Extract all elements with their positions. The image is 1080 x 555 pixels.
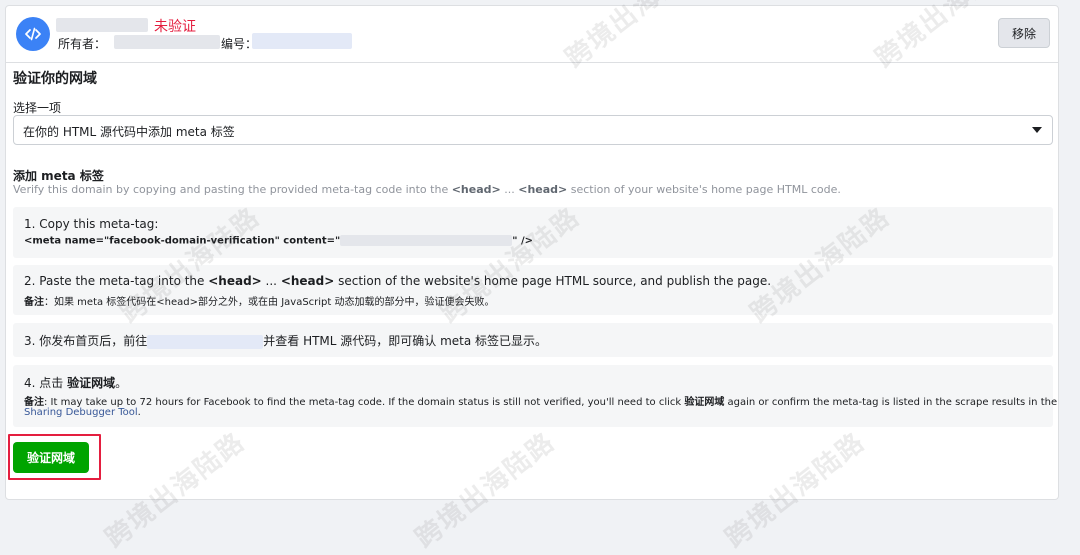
- section-title: 验证你的网域: [13, 71, 97, 87]
- step-paste-meta-tag: 2. Paste the meta-tag into the <head> ..…: [13, 265, 1053, 315]
- sharing-debugger-link[interactable]: Sharing Debugger Tool: [24, 407, 138, 418]
- remove-button[interactable]: 移除: [998, 18, 1050, 48]
- highlight-box: [8, 434, 101, 480]
- verification-status: 未验证: [154, 19, 196, 35]
- content-redacted: [340, 235, 513, 246]
- step-4-note: 备注: It may take up to 72 hours for Faceb…: [24, 397, 1058, 408]
- add-meta-description: Verify this domain by copying and pastin…: [13, 183, 841, 196]
- caret-down-icon: [1032, 127, 1042, 133]
- meta-tag-code[interactable]: <meta name="facebook-domain-verification…: [24, 235, 533, 247]
- step-2-note: 备注：如果 meta 标签代码在<head>部分之外，或在由 JavaScrip…: [24, 297, 495, 308]
- owner-redacted: [114, 35, 220, 49]
- method-select-value: 在你的 HTML 源代码中添加 meta 标签: [23, 125, 235, 139]
- step-2-title: 2. Paste the meta-tag into the <head> ..…: [24, 274, 772, 288]
- step-3-text: 3. 你发布首页后，前往 并查看 HTML 源代码，即可确认 meta 标签已显示…: [24, 334, 548, 349]
- step-click-verify: 4. 点击 验证网域。 备注: It may take up to 72 hou…: [13, 365, 1057, 427]
- domain-verification-card: 未验证 所有者： 编号： 移除 验证你的网域 选择一项 在你的 HTML 源代码…: [5, 5, 1059, 500]
- select-label: 选择一项: [13, 101, 62, 115]
- step-4-note-end: Sharing Debugger Tool.: [24, 407, 141, 418]
- step-4-title: 4. 点击 验证网域。: [24, 376, 128, 390]
- step-check-source: 3. 你发布首页后，前往 并查看 HTML 源代码，即可确认 meta 标签已显示…: [13, 323, 1053, 357]
- domain-header: 未验证 所有者： 编号： 移除: [6, 6, 1058, 63]
- method-select[interactable]: 在你的 HTML 源代码中添加 meta 标签: [13, 115, 1053, 145]
- domain-name-redacted: [56, 18, 148, 32]
- code-icon: [16, 17, 50, 51]
- add-meta-title: 添加 meta 标签: [13, 169, 104, 183]
- step-1-title: 1. Copy this meta-tag:: [24, 217, 159, 231]
- url-redacted: [147, 334, 264, 349]
- id-redacted: [252, 33, 352, 49]
- step-copy-meta-tag: 1. Copy this meta-tag: <meta name="faceb…: [13, 207, 1053, 258]
- owner-label: 所有者：: [58, 37, 107, 51]
